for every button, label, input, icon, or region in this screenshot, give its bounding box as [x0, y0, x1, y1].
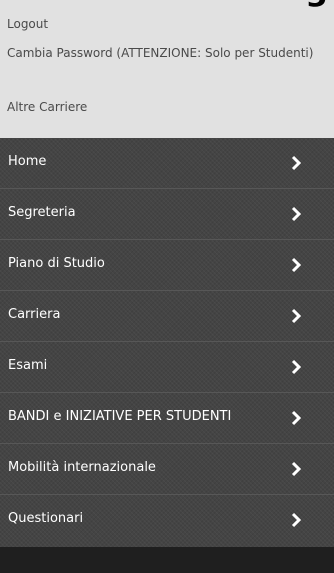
menu-item-questionari[interactable]: Questionari	[0, 495, 334, 546]
menu-item-label: Mobilità internazionale	[8, 460, 156, 475]
menu-item-label: Home	[8, 154, 47, 169]
change-password-link[interactable]: Cambia Password (ATTENZIONE: Solo per St…	[7, 45, 327, 62]
menu-item-label: Questionari	[8, 511, 84, 526]
menu-item-home[interactable]: Home	[0, 138, 334, 189]
other-careers-link[interactable]: Altre Carriere	[7, 99, 87, 116]
chevron-right-icon	[291, 512, 302, 528]
menu-footer-bar	[0, 547, 334, 573]
chevron-right-icon	[291, 308, 302, 324]
chevron-right-icon	[291, 359, 302, 375]
menu-item-label: Esami	[8, 358, 48, 373]
menu-item-piano-di-studio[interactable]: Piano di Studio	[0, 240, 334, 291]
chevron-right-icon	[291, 257, 302, 273]
chevron-right-icon	[291, 206, 302, 222]
user-menu-panel: g Logout Cambia Password (ATTENZIONE: So…	[0, 0, 334, 138]
chevron-right-icon	[291, 461, 302, 477]
menu-item-label: Segreteria	[8, 205, 76, 220]
menu-item-carriera[interactable]: Carriera	[0, 291, 334, 342]
menu-item-label: BANDI e INIZIATIVE PER STUDENTI	[8, 409, 232, 424]
menu-item-mobilita-internazionale[interactable]: Mobilità internazionale	[0, 444, 334, 495]
chevron-right-icon	[291, 155, 302, 171]
menu-item-segreteria[interactable]: Segreteria	[0, 189, 334, 240]
page-title-fragment: g	[305, 0, 328, 8]
chevron-right-icon	[291, 410, 302, 426]
logout-link[interactable]: Logout	[7, 16, 48, 33]
menu-item-bandi[interactable]: BANDI e INIZIATIVE PER STUDENTI	[0, 393, 334, 444]
main-navigation-menu: Home Segreteria Piano di Studio Carriera…	[0, 138, 334, 547]
menu-item-esami[interactable]: Esami	[0, 342, 334, 393]
menu-item-label: Carriera	[8, 307, 61, 322]
menu-item-label: Piano di Studio	[8, 256, 105, 271]
